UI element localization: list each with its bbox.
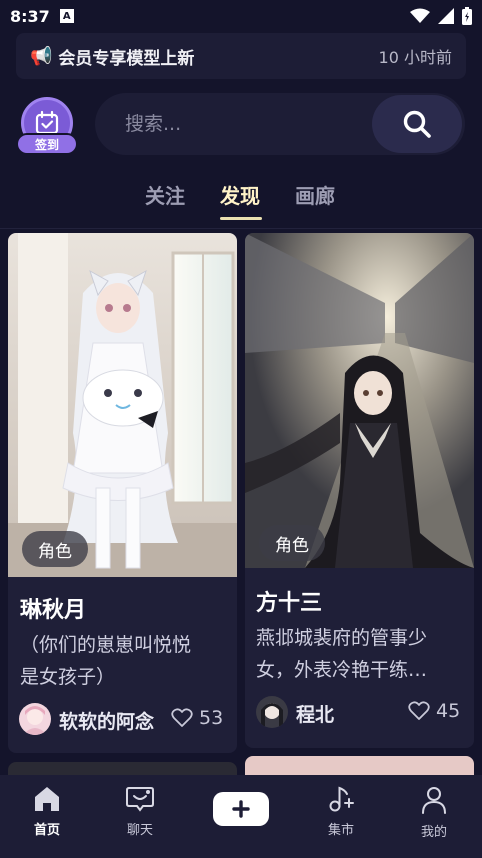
card-description: （你们的崽崽叫悦悦 是女孩子） [20,629,232,693]
search-icon [403,110,431,138]
create-button[interactable] [213,792,269,826]
card-description: 燕邶城裴府的管事少 女，外表冷艳干练… [256,622,468,686]
tabs-divider [0,228,482,229]
battery-icon [462,7,472,25]
card-tag: 角色 [259,525,325,561]
card-description-line: 是女孩子） [20,666,116,688]
card-title: 方十三 [256,591,323,616]
like-button[interactable]: 53 [171,707,223,729]
feed-tabs: 关注 发现 画廊 [0,180,482,220]
card-peek [8,762,237,775]
author-name[interactable]: 软软的阿念 [59,707,154,734]
tab-gallery[interactable]: 画廊 [295,180,335,209]
notification-a-icon: A [59,9,74,23]
announcement-text: 会员专享模型上新 [58,48,195,69]
card-image [245,233,474,568]
card-image [8,233,237,577]
wifi-icon [410,8,430,23]
status-icons [410,7,472,25]
search-input[interactable] [125,93,365,155]
search-bar [95,93,465,155]
checkin-label: 签到 [16,133,78,155]
like-count: 45 [436,700,461,722]
nav-item-profile[interactable]: 我的 [399,785,469,847]
nav-label: 首页 [33,823,60,838]
card-tag: 角色 [22,531,88,567]
status-bar: 8:37 A [0,0,482,32]
heart-icon [408,701,430,720]
home-icon [35,787,59,811]
announcement-time: 10 小时前 [378,48,452,67]
avatar[interactable] [19,703,51,735]
music-plus-icon [329,786,354,812]
card-description-line: 燕邶城裴府的管事少 [256,627,428,649]
bottom-nav: 首页 聊天 集市 我的 [0,775,482,858]
nav-label: 集市 [327,823,354,838]
megaphone-icon: 📢 [30,45,53,67]
signal-icon [438,8,454,24]
tab-discover[interactable]: 发现 [220,180,260,209]
plus-icon [232,800,250,818]
nav-label: 我的 [420,825,447,840]
profile-icon [422,787,446,814]
card-description-line: 女，外表冷艳干练… [256,659,428,681]
like-button[interactable]: 45 [408,700,460,722]
card-peek [245,756,474,775]
nav-item-home[interactable]: 首页 [12,785,82,847]
avatar[interactable] [256,696,288,728]
card-title: 琳秋月 [20,598,87,623]
like-count: 53 [199,707,224,729]
nav-label: 聊天 [126,823,153,838]
card-description-line: （你们的崽崽叫悦悦 [20,634,192,656]
checkin-button[interactable]: 签到 [16,97,78,155]
nav-item-chat[interactable]: 聊天 [105,785,175,847]
author-name[interactable]: 程北 [296,700,334,727]
chat-icon [126,787,154,812]
heart-icon [171,708,193,727]
announcement-banner[interactable]: 📢 会员专享模型上新 10 小时前 [16,33,466,79]
status-time: 8:37 [10,6,50,26]
character-card[interactable]: 角色 琳秋月 （你们的崽崽叫悦悦 是女孩子） 软软的阿念 53 [8,233,237,753]
character-card[interactable]: 角色 方十三 燕邶城裴府的管事少 女，外表冷艳干练… 程北 45 [245,233,474,748]
tab-following[interactable]: 关注 [145,180,185,209]
search-button[interactable] [372,95,462,153]
tab-active-indicator [220,217,262,220]
nav-item-market[interactable]: 集市 [306,785,376,847]
